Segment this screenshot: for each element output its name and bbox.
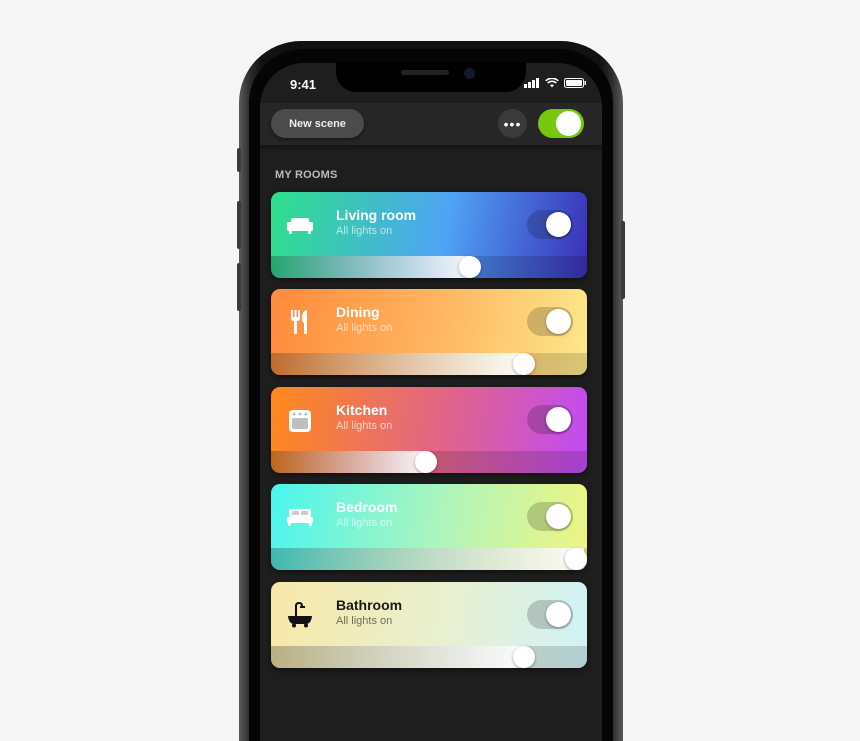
brightness-fill xyxy=(271,256,470,278)
room-card[interactable]: Bathroom All lights on xyxy=(271,582,587,668)
brightness-slider[interactable] xyxy=(271,353,587,375)
brightness-slider[interactable] xyxy=(271,646,587,668)
status-time: 9:41 xyxy=(290,77,317,92)
room-card[interactable]: Bedroom All lights on xyxy=(271,484,587,570)
room-name: Dining xyxy=(336,304,380,320)
room-card[interactable]: Living room All lights on xyxy=(271,192,587,278)
toggle-knob xyxy=(546,309,571,334)
power-button xyxy=(621,221,625,299)
speaker-grill xyxy=(401,70,449,75)
phone-frame: 9:41 New scene ••• MY ROOMS Living room A… xyxy=(237,41,625,741)
wifi-icon xyxy=(545,78,559,88)
room-name: Kitchen xyxy=(336,402,388,418)
brightness-thumb[interactable] xyxy=(513,646,535,668)
bathtub-icon xyxy=(285,600,315,630)
room-card[interactable]: Kitchen All lights on xyxy=(271,387,587,473)
room-card[interactable]: Dining All lights on xyxy=(271,289,587,375)
toggle-knob xyxy=(546,212,571,237)
room-toggle[interactable] xyxy=(527,502,573,531)
section-title: MY ROOMS xyxy=(275,169,338,181)
fork-knife-icon xyxy=(285,307,315,337)
room-toggle[interactable] xyxy=(527,307,573,336)
brightness-slider[interactable] xyxy=(271,451,587,473)
brightness-thumb[interactable] xyxy=(513,353,535,375)
room-toggle[interactable] xyxy=(527,600,573,629)
oven-icon xyxy=(285,405,315,435)
room-name: Bathroom xyxy=(336,597,403,613)
mute-switch xyxy=(237,148,241,172)
room-status: All lights on xyxy=(336,420,393,432)
app-screen: 9:41 New scene ••• MY ROOMS Living room A… xyxy=(260,63,602,741)
battery-icon xyxy=(564,78,586,88)
volume-up-button xyxy=(237,201,241,249)
brightness-fill xyxy=(271,548,584,570)
toggle-knob xyxy=(546,407,571,432)
room-name: Living room xyxy=(336,207,417,223)
room-toggle[interactable] xyxy=(527,405,573,434)
brightness-slider[interactable] xyxy=(271,256,587,278)
brightness-fill xyxy=(271,353,524,375)
more-dots-icon: ••• xyxy=(503,115,522,132)
room-status: All lights on xyxy=(336,225,393,237)
more-options-button[interactable]: ••• xyxy=(498,109,527,138)
room-name: Bedroom xyxy=(336,499,398,515)
sofa-icon xyxy=(285,210,315,240)
toggle-knob xyxy=(546,602,571,627)
front-camera xyxy=(464,68,475,79)
brightness-thumb[interactable] xyxy=(415,451,437,473)
brightness-fill xyxy=(271,451,426,473)
status-icons xyxy=(524,78,586,88)
volume-down-button xyxy=(237,263,241,311)
master-lights-toggle[interactable] xyxy=(538,109,584,138)
brightness-thumb[interactable] xyxy=(459,256,481,278)
new-scene-button[interactable]: New scene xyxy=(271,109,364,138)
bed-icon xyxy=(285,502,315,532)
notch xyxy=(336,63,526,92)
brightness-slider[interactable] xyxy=(271,548,587,570)
toggle-knob xyxy=(556,111,581,136)
brightness-thumb[interactable] xyxy=(565,548,587,570)
room-toggle[interactable] xyxy=(527,210,573,239)
room-status: All lights on xyxy=(336,517,393,529)
brightness-fill xyxy=(271,646,524,668)
room-status: All lights on xyxy=(336,322,393,334)
toggle-knob xyxy=(546,504,571,529)
signal-icon xyxy=(524,78,539,88)
room-status: All lights on xyxy=(336,615,393,627)
app-header: New scene ••• xyxy=(260,103,602,145)
